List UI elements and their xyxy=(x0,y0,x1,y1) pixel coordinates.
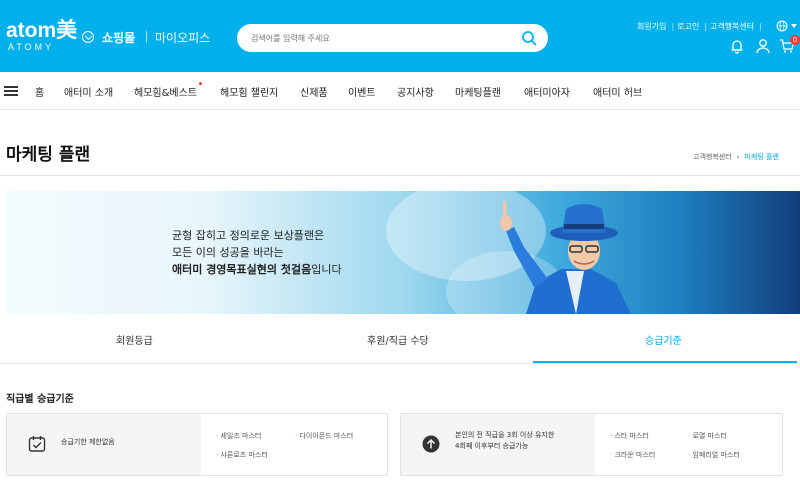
menu-item-new[interactable]: 신제품 xyxy=(300,84,328,99)
menu-item-best[interactable]: 헤모힘&베스트 xyxy=(134,82,202,99)
rank-item: 스타 마스터 xyxy=(610,431,648,441)
menu-item-marketing[interactable]: 마케팅플랜 xyxy=(455,84,501,99)
rank-item: 크라운 마스터 xyxy=(610,450,655,460)
menu-item-hub[interactable]: 애터미 허브 xyxy=(593,84,642,99)
card-2-desc-line-2: 4회째 이후부터 승급가능 xyxy=(455,442,529,450)
menu-item-home[interactable]: 홈 xyxy=(35,84,44,99)
cart-count-badge: 0 xyxy=(790,35,800,45)
bell-icon[interactable] xyxy=(729,38,745,54)
main-menu: 홈 애터미 소개 헤모힘&베스트 헤모힘 챌린지 신제품 이벤트 공지사항 마케… xyxy=(0,72,800,110)
logo-sub: ATOMY xyxy=(8,42,55,52)
top-header: atom美 ATOMY 쇼핑몰 마이오피스 회원가입|로고인|고객행복센터| 0 xyxy=(0,0,800,72)
speaker-photo xyxy=(500,201,631,314)
card-2-description: 본인의 전 직급을 3회 이상 유지한 4회째 이후부터 승급가능 xyxy=(455,430,554,452)
card-1-description: 승급기한 제한없음 xyxy=(61,438,115,446)
divider xyxy=(146,31,147,43)
globe-icon[interactable] xyxy=(776,20,798,32)
breadcrumb-current: 마케팅 플랜 xyxy=(744,153,779,161)
breadcrumb: 고객행복센터 › 마케팅 플랜 xyxy=(693,152,779,162)
rank-item: 다이아몬드 마스터 xyxy=(295,431,353,441)
rank-item: 로열 마스터 xyxy=(688,431,726,441)
chevron-down-icon[interactable] xyxy=(82,31,94,43)
banner-line-2: 모든 이의 성공을 바라는 xyxy=(172,246,284,259)
shop-link[interactable]: 쇼핑몰 xyxy=(102,29,135,46)
banner-line-3: 애터미 경영목표실현의 첫걸음입니다 xyxy=(172,261,342,278)
tab-member-grade[interactable]: 회원등급 xyxy=(116,332,153,347)
active-tab-indicator xyxy=(533,361,797,363)
my-office-link[interactable]: 마이오피스 xyxy=(155,29,210,46)
criteria-card-1: 승급기한 제한없음 세일즈 마스터 다이아몬드 마스터 샤론로즈 마스터 xyxy=(6,413,388,476)
criteria-card-2: 본인의 전 직급을 3회 이상 유지한 4회째 이후부터 승급가능 스타 마스터… xyxy=(400,413,783,476)
breadcrumb-customer-center[interactable]: 고객행복센터 xyxy=(693,153,732,161)
search-input[interactable] xyxy=(251,30,511,46)
hamburger-menu-icon[interactable] xyxy=(4,86,18,96)
arrow-up-circle-icon xyxy=(422,435,440,453)
card-2-desc-line-1: 본인의 전 직급을 3회 이상 유지한 xyxy=(455,431,555,439)
customer-center-link[interactable]: 고객행복센터 xyxy=(710,22,754,31)
rank-item: 세일즈 마스터 xyxy=(216,431,261,441)
atomy-logo[interactable]: atom美 ATOMY xyxy=(6,19,78,53)
menu-item-events[interactable]: 이벤트 xyxy=(348,84,376,99)
user-icon[interactable] xyxy=(755,38,771,54)
utility-links: 회원가입 | 로고인 | 고객행복센터 | xyxy=(637,22,762,31)
banner-line-3-rest: 입니다 xyxy=(311,263,342,276)
menu-item-about[interactable]: 애터미 소개 xyxy=(64,84,113,99)
banner-text: 균형 잡히고 정의로운 보상플랜은 모든 이의 성공을 바라는 애터미 경영목표… xyxy=(172,227,342,278)
card-2-summary: 본인의 전 직급을 3회 이상 유지한 4회째 이후부터 승급가능 xyxy=(401,414,595,475)
page-title: 마케팅 플랜 xyxy=(6,145,91,165)
search-icon[interactable] xyxy=(521,30,537,46)
rank-item: 샤론로즈 마스터 xyxy=(216,450,267,460)
menu-item-notice[interactable]: 공지사항 xyxy=(397,84,434,99)
hero-banner: 균형 잡히고 정의로운 보상플랜은 모든 이의 성공을 바라는 애터미 경영목표… xyxy=(6,191,800,314)
banner-line-1: 균형 잡히고 정의로운 보상플랜은 xyxy=(172,229,325,242)
signup-link[interactable]: 회원가입 xyxy=(637,22,666,31)
search-bar xyxy=(237,24,548,52)
calendar-check-icon xyxy=(28,436,46,452)
plan-tabs: 회원등급 후원/직급 수당 승급기준 xyxy=(0,314,800,364)
banner-line-3-bold: 애터미 경영목표실현의 첫걸음 xyxy=(172,263,312,276)
card-1-summary: 승급기한 제한없음 xyxy=(7,414,201,475)
logo-word: atom美 xyxy=(6,19,78,42)
menu-item-best-label: 헤모힘&베스트 xyxy=(134,88,197,99)
divider xyxy=(0,175,800,176)
new-dot-icon xyxy=(199,82,202,85)
tab-promotion-criteria[interactable]: 승급기준 xyxy=(645,332,682,347)
chevron-right-icon: › xyxy=(736,153,740,161)
login-link[interactable]: 로고인 xyxy=(677,22,699,31)
section-title: 직급별 승급기준 xyxy=(6,394,74,405)
menu-item-atomy-aja[interactable]: 애터미아자 xyxy=(524,84,570,99)
menu-item-challenge[interactable]: 헤모힘 챌린지 xyxy=(220,84,278,99)
rank-item: 임페리얼 마스터 xyxy=(688,450,739,460)
tab-allowance[interactable]: 후원/직급 수당 xyxy=(367,332,429,347)
